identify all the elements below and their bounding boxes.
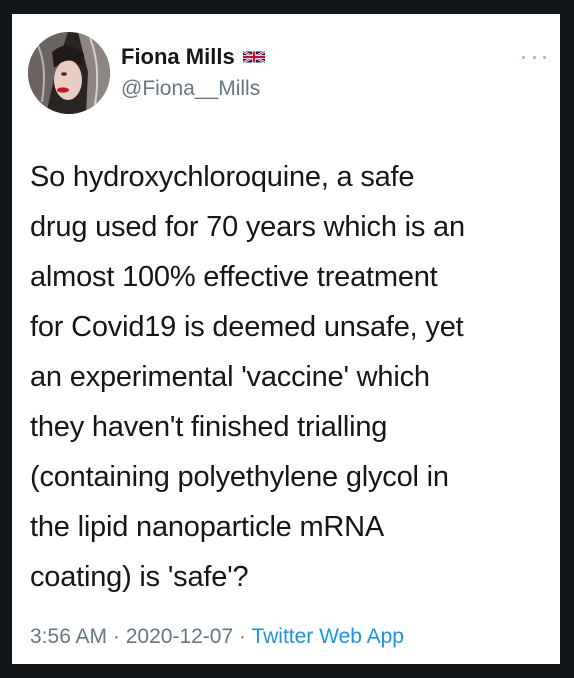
dot-icon	[522, 55, 525, 59]
display-name[interactable]: Fiona Mills	[121, 46, 235, 68]
tweet-line: almost 100% effective treatment	[30, 261, 438, 293]
meta-separator: ·	[107, 625, 126, 648]
tweet-date[interactable]: 2020-12-07	[126, 625, 233, 648]
avatar[interactable]	[28, 32, 110, 114]
tweet-line: the lipid nanoparticle mRNA	[30, 511, 385, 543]
tweet-line: (containing polyethylene glycol in	[30, 461, 449, 493]
tweet-text: So hydroxychloroquine, a safe drug used …	[30, 152, 550, 602]
more-options-icon[interactable]	[522, 52, 546, 62]
tweet-card: Fiona Mills @Fiona__Mills So hydroxychlo…	[12, 14, 560, 664]
tweet-line: they haven't finished trialling	[30, 411, 388, 443]
user-handle[interactable]: @Fiona__Mills	[121, 78, 260, 99]
tweet-source-link[interactable]: Twitter Web App	[251, 625, 404, 648]
uk-flag-icon	[242, 50, 266, 64]
tweet-line: coating) is 'safe'?	[30, 561, 249, 593]
tweet-line: for Covid19 is deemed unsafe, yet	[30, 311, 464, 343]
tweet-line: So hydroxychloroquine, a safe	[30, 161, 415, 193]
tweet-line: an experimental 'vaccine' which	[30, 361, 430, 393]
tweet-time[interactable]: 3:56 AM	[30, 625, 107, 648]
user-name-row: Fiona Mills	[121, 46, 266, 68]
meta-separator: ·	[233, 625, 252, 648]
dot-icon	[543, 55, 546, 59]
tweet-metadata: 3:56 AM · 2020-12-07 · Twitter Web App	[30, 626, 404, 647]
dot-icon	[532, 55, 536, 59]
tweet-line: drug used for 70 years which is an	[30, 211, 465, 243]
